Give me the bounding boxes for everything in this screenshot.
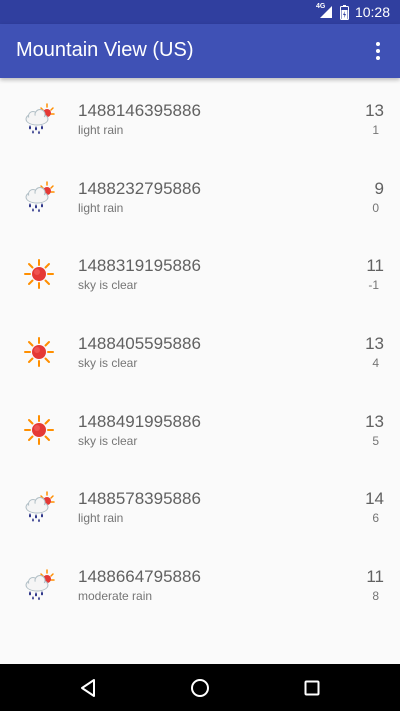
forecast-description: sky is clear: [78, 356, 138, 371]
forecast-high-temp: 13: [365, 101, 384, 120]
forecast-time: 1488146395886: [78, 101, 201, 120]
forecast-high-temp: 11: [366, 256, 384, 276]
app-title: Mountain View (US): [16, 39, 194, 61]
forecast-low-temp: 0: [372, 200, 379, 215]
rain-icon: [22, 180, 56, 214]
forecast-description: light rain: [78, 511, 124, 526]
battery-icon: [339, 4, 349, 20]
forecast-low-temp: 8: [372, 589, 379, 604]
rain-icon: [22, 102, 56, 136]
sun-icon: [22, 413, 56, 447]
forecast-low-temp: 6: [372, 511, 379, 526]
status-icons: 4G 10:28: [315, 0, 390, 24]
more-vert-icon: [376, 42, 380, 46]
forecast-item[interactable]: 1488319195886 sky is clear 11 -1: [0, 233, 400, 311]
signal-icon: 4G: [315, 3, 334, 19]
forecast-item[interactable]: 1488664795886 moderate rain 11 8: [0, 544, 400, 622]
recents-button[interactable]: [299, 675, 325, 701]
navigation-bar: [0, 664, 400, 711]
rain-icon: [22, 568, 56, 602]
home-icon: [191, 679, 209, 697]
forecast-item[interactable]: 1488405595886 sky is clear 13 4: [0, 311, 400, 389]
forecast-item[interactable]: 1488578395886 light rain 14 6: [0, 466, 400, 544]
forecast-description: light rain: [78, 200, 124, 215]
back-button[interactable]: [75, 675, 101, 701]
forecast-item[interactable]: 1488146395886 light rain 13 1: [0, 78, 400, 156]
forecast-low-temp: 4: [372, 356, 379, 371]
forecast-description: light rain: [78, 123, 124, 137]
forecast-high-temp: 14: [365, 489, 384, 509]
forecast-high-temp: 9: [374, 178, 384, 198]
forecast-description: moderate rain: [78, 589, 153, 604]
rain-icon: [22, 490, 56, 524]
recents-icon: [304, 680, 320, 696]
forecast-low-temp: 1: [372, 123, 379, 137]
forecast-description: sky is clear: [78, 433, 138, 448]
forecast-item[interactable]: 1488232795886 light rain 9 0: [0, 156, 400, 234]
status-bar: 4G 10:28: [0, 0, 400, 24]
app-bar: Mountain View (US): [0, 24, 400, 78]
home-button[interactable]: [187, 675, 213, 701]
forecast-high-temp: 13: [365, 334, 384, 354]
forecast-low-temp: -1: [368, 278, 379, 293]
network-type: 4G: [315, 3, 326, 10]
back-icon: [81, 679, 95, 697]
sun-icon: [22, 257, 56, 291]
forecast-item[interactable]: 1488491995886 sky is clear 13 5: [0, 389, 400, 467]
forecast-time: 1488232795886: [78, 178, 201, 198]
forecast-time: 1488578395886: [78, 489, 201, 509]
forecast-time: 1488405595886: [78, 334, 201, 354]
forecast-time: 1488664795886: [78, 567, 201, 587]
forecast-high-temp: 13: [365, 411, 384, 431]
overflow-menu-button[interactable]: [366, 37, 390, 65]
status-time: 10:28: [354, 4, 390, 20]
forecast-description: sky is clear: [78, 278, 138, 293]
forecast-low-temp: 5: [372, 433, 379, 448]
forecast-time: 1488491995886: [78, 411, 201, 431]
sun-icon: [22, 335, 56, 369]
forecast-time: 1488319195886: [78, 256, 201, 276]
forecast-list: 1488146395886 light rain 13 1 1488232795…: [0, 78, 400, 622]
forecast-high-temp: 11: [366, 567, 384, 587]
